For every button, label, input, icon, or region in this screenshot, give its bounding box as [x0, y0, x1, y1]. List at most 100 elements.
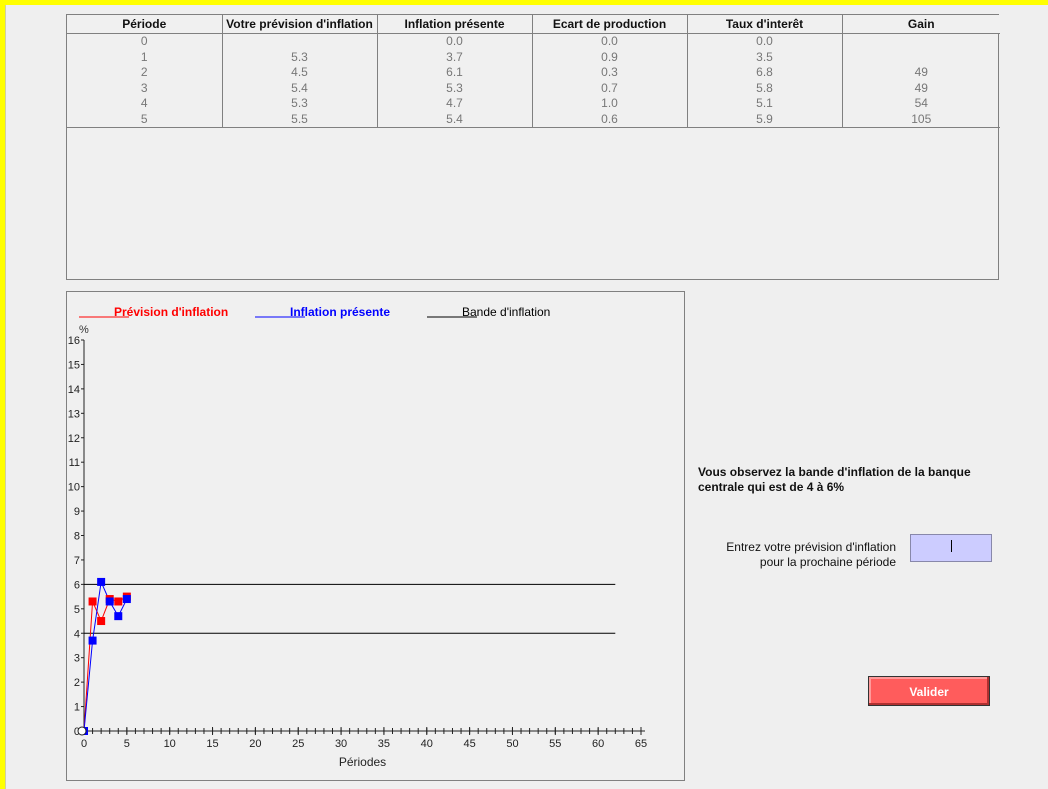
y-tick-label: 10: [68, 482, 80, 494]
x-tick-label: 10: [164, 738, 176, 750]
legend-label: Inflation présente: [290, 305, 390, 319]
table-cell: 0.0: [531, 33, 688, 50]
y-tick-label: 3: [74, 653, 80, 665]
table-cell: 6.8: [686, 65, 843, 81]
origin-marker: [77, 726, 87, 736]
y-tick-label: 16: [68, 335, 80, 347]
history-table-panel: Période Votre prévision d'inflation Infl…: [66, 14, 1000, 280]
y-tick-label: 8: [74, 531, 80, 543]
table-cell: 0: [67, 33, 223, 50]
x-tick-label: 50: [506, 738, 518, 750]
x-tick-label: 55: [549, 738, 561, 750]
x-tick-label: 60: [592, 738, 604, 750]
table-cell: 0.7: [531, 80, 688, 96]
x-tick-label: 20: [249, 738, 261, 750]
column-header: Taux d'interêt: [686, 15, 843, 34]
forecast-label-line2: pour la prochaine période: [759, 555, 896, 569]
table-cell: 5.4: [376, 111, 533, 128]
table-cell: 1.0: [531, 96, 688, 112]
y-tick-label: 15: [68, 359, 80, 371]
table-cell: 49: [841, 80, 1000, 96]
data-point: [122, 595, 131, 604]
y-tick-label: 5: [74, 604, 80, 616]
table-cell: 5.9: [686, 111, 843, 128]
table-cell: 5.3: [221, 96, 378, 112]
table-cell: 49: [841, 65, 1000, 81]
table-cell: [841, 49, 1000, 65]
table-cell: 5.4: [221, 80, 378, 96]
table-cell: 3.7: [376, 49, 533, 65]
forecast-input-label: Entrez votre prévision d'inflation pour …: [700, 540, 896, 570]
table-row: 2 4.5 6.1 0.3 6.8 49: [67, 65, 1000, 81]
table-cell: 4: [67, 96, 223, 112]
table-cell: 0.6: [531, 111, 688, 128]
column-header: Période: [67, 15, 223, 34]
data-point: [88, 597, 97, 606]
table-header-row: Période Votre prévision d'inflation Infl…: [67, 15, 1000, 34]
table-cell: [221, 33, 378, 50]
inflation-chart-panel: Prévision d'inflation Inflation présente B…: [66, 291, 685, 781]
x-tick-label: 5: [124, 738, 130, 750]
column-header: Ecart de production: [531, 15, 688, 34]
data-point: [97, 577, 106, 586]
y-tick-label: 13: [68, 408, 80, 420]
y-tick-label: 14: [68, 384, 80, 396]
table-cell: 5.8: [686, 80, 843, 96]
y-tick-label: 4: [74, 628, 80, 640]
data-point: [105, 597, 114, 606]
y-tick-label: 12: [68, 433, 80, 445]
table-row: 5 5.5 5.4 0.6 5.9 105: [67, 111, 1000, 128]
y-tick-label: 1: [74, 702, 80, 714]
history-table: Période Votre prévision d'inflation Infl…: [67, 15, 1000, 128]
table-cell: 0.0: [376, 33, 533, 50]
legend-label: Bande d'inflation: [462, 305, 550, 319]
column-header: Gain: [841, 15, 1000, 34]
x-tick-label: 25: [292, 738, 304, 750]
y-tick-label: 6: [74, 579, 80, 591]
x-tick-label: 45: [463, 738, 475, 750]
table-cell: 2: [67, 65, 223, 81]
table-cell: 3: [67, 80, 223, 96]
data-point: [114, 597, 123, 606]
data-point: [114, 612, 123, 621]
y-tick-label: 9: [74, 506, 80, 518]
y-tick-label: 2: [74, 677, 80, 689]
x-tick-label: 65: [635, 738, 647, 750]
table-row: 1 5.3 3.7 0.9 3.5: [67, 49, 1000, 65]
inflation-chart: Prévision d'inflation Inflation présente B…: [68, 305, 647, 769]
x-tick-label: 15: [206, 738, 218, 750]
table-cell: 54: [841, 96, 1000, 112]
data-point: [97, 617, 106, 626]
forecast-input[interactable]: [910, 534, 992, 562]
table-cell: [841, 33, 1000, 50]
table-cell: 5: [67, 111, 223, 128]
x-tick-label: 30: [335, 738, 347, 750]
table-cell: 5.3: [376, 80, 533, 96]
data-point: [88, 636, 97, 645]
x-tick-label: 35: [378, 738, 390, 750]
column-header: Votre prévision d'inflation: [221, 15, 378, 34]
table-cell: 3.5: [686, 49, 843, 65]
legend-label: Prévision d'inflation: [114, 305, 228, 319]
column-header: Inflation présente: [376, 15, 533, 34]
forecast-label-line1: Entrez votre prévision d'inflation: [726, 540, 896, 554]
table-row: 4 5.3 4.7 1.0 5.1 54: [67, 96, 1000, 112]
table-cell: 5.5: [221, 111, 378, 128]
table-cell: 0.3: [531, 65, 688, 81]
x-tick-label: 0: [81, 738, 87, 750]
table-cell: 4.7: [376, 96, 533, 112]
table-cell: 6.1: [376, 65, 533, 81]
submit-button[interactable]: Valider: [868, 676, 990, 706]
x-axis-label: Périodes: [339, 755, 386, 769]
x-tick-label: 40: [421, 738, 433, 750]
table-cell: 0.0: [686, 33, 843, 50]
y-tick-label: 7: [74, 555, 80, 567]
table-cell: 0.9: [531, 49, 688, 65]
y-axis-label: %: [79, 324, 89, 336]
inflation-band-info: Vous observez la bande d'inflation de la…: [698, 465, 971, 494]
table-cell: 1: [67, 49, 223, 65]
y-tick-label: 11: [69, 457, 80, 469]
table-cell: 5.3: [221, 49, 378, 65]
table-cell: 105: [841, 111, 1000, 128]
text-caret: [951, 540, 952, 552]
